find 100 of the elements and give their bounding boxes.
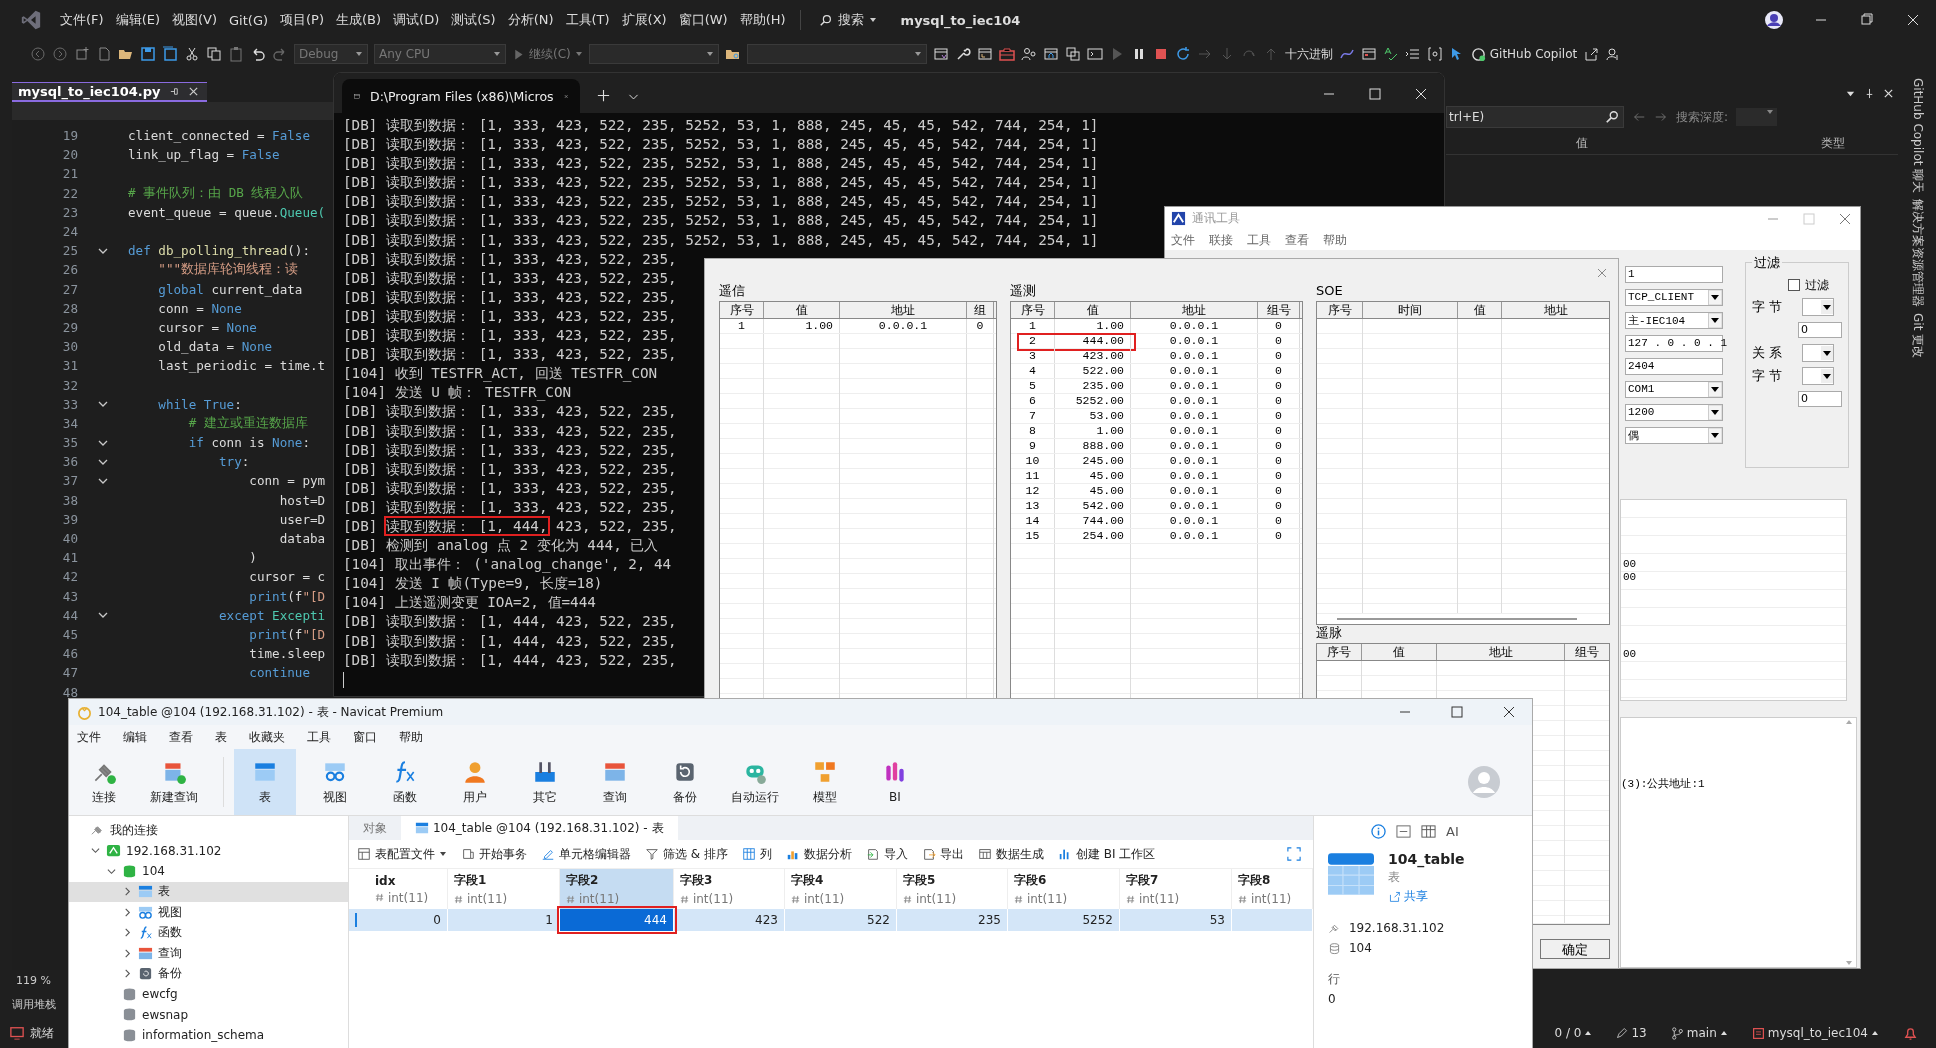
chevron-icon[interactable]	[123, 887, 132, 897]
column-header[interactable]: 字段2 int(11)	[559, 869, 674, 909]
menu-item[interactable]: 收藏夹	[249, 728, 285, 746]
dropdown[interactable]	[1802, 298, 1834, 317]
bracket-icon[interactable]	[1426, 46, 1443, 62]
menu-item[interactable]: 联接	[1209, 231, 1233, 249]
toolbar-button[interactable]: 函数	[374, 749, 436, 815]
info-icon[interactable]	[1371, 824, 1387, 839]
toolbar-button[interactable]: 备份	[654, 749, 716, 815]
toolbar-button[interactable]: 导出	[921, 845, 964, 863]
menu-item[interactable]: 视图(V)	[166, 11, 224, 29]
back-icon[interactable]	[30, 46, 46, 62]
menu-item[interactable]: 文件	[1171, 231, 1195, 249]
save-all-icon[interactable]	[162, 46, 178, 62]
toolbar-button[interactable]: 连接	[73, 749, 135, 815]
dropdown[interactable]	[1802, 344, 1834, 363]
tree-item[interactable]: 192.168.31.102	[69, 840, 348, 861]
share-icon[interactable]	[1583, 46, 1600, 62]
side-tab[interactable]: Git 更改	[1908, 313, 1926, 359]
table-cell[interactable]: 0	[368, 909, 448, 931]
list-icon[interactable]	[1404, 46, 1421, 62]
error-count[interactable]: 0 / 0	[1554, 1026, 1593, 1040]
close-icon[interactable]	[1883, 87, 1894, 99]
toolbar-button[interactable]: 创建 BI 工作区	[1057, 845, 1156, 863]
menu-item[interactable]: 编辑(E)	[109, 11, 166, 29]
ddl-icon[interactable]	[1396, 824, 1412, 839]
menu-item[interactable]: 扩展(X)	[615, 11, 673, 29]
dropdown[interactable]: TCP_CLIENT	[1625, 288, 1723, 306]
content-tab[interactable]: 104_table @104 (192.168.31.102) - 表	[400, 816, 678, 840]
window-icon[interactable]	[932, 46, 949, 62]
terminal-icon[interactable]	[1086, 46, 1103, 62]
tree-item[interactable]: 我的连接	[69, 820, 348, 841]
menu-item[interactable]: 分析(N)	[501, 11, 560, 29]
toolbar-button[interactable]: 列	[741, 845, 772, 863]
new-file-icon[interactable]	[96, 46, 112, 62]
tree-item[interactable]: 视图	[69, 902, 348, 923]
toolbar-button[interactable]: 自动运行	[724, 749, 786, 815]
share-link[interactable]: 共享	[1387, 888, 1465, 905]
close-icon[interactable]	[187, 86, 199, 97]
menu-item[interactable]: Git(G)	[223, 12, 275, 28]
menu-item[interactable]: 窗口(W)	[672, 11, 734, 29]
fullscreen-icon[interactable]	[1286, 847, 1301, 861]
menu-item[interactable]: 查看	[1285, 231, 1309, 249]
chevron-icon[interactable]	[123, 948, 132, 958]
paste-icon[interactable]	[228, 46, 244, 62]
toolbar-button[interactable]: 单元格编辑器	[540, 845, 631, 863]
tree-item[interactable]: ewsnap	[69, 1004, 348, 1025]
tree-item[interactable]: 备份	[69, 963, 348, 984]
menu-item[interactable]: 编辑	[123, 728, 147, 746]
save-icon[interactable]	[140, 46, 156, 62]
table-cell[interactable]: 444	[559, 909, 674, 931]
toolbar-button[interactable]: BI	[864, 749, 926, 815]
chevron-icon[interactable]	[123, 907, 132, 917]
table-cell[interactable]: 235	[896, 909, 1008, 931]
editor-tab[interactable]: mysql_to_iec104.py	[12, 82, 207, 102]
window-icon[interactable]	[976, 46, 993, 62]
people-icon[interactable]	[1020, 46, 1037, 62]
toolbar-button[interactable]: 模型	[794, 749, 856, 815]
menu-item[interactable]: 文件(F)	[54, 11, 110, 29]
chevron-icon[interactable]	[107, 866, 116, 876]
side-tab[interactable]: GitHub Copilot 聊天	[1908, 78, 1926, 194]
close-button[interactable]	[1596, 267, 1608, 279]
tree-item[interactable]: 查询	[69, 943, 348, 964]
menu-item[interactable]: 测试(S)	[445, 11, 502, 29]
menu-item[interactable]: 文件	[77, 728, 101, 746]
new-project-icon[interactable]	[74, 46, 90, 62]
table-cell[interactable]: 522	[784, 909, 897, 931]
menu-item[interactable]: 工具	[307, 728, 331, 746]
toolbar-button[interactable]: 数据分析	[785, 845, 852, 863]
menu-item[interactable]: 窗口	[353, 728, 377, 746]
content-tab[interactable]: 对象	[348, 816, 401, 840]
dropdown[interactable]: 1200	[1625, 403, 1723, 421]
ai-button[interactable]: AI	[1446, 824, 1459, 839]
text-field[interactable]: 1	[1625, 265, 1723, 283]
toolbar-button[interactable]: 导入	[865, 845, 908, 863]
toolbar-button[interactable]: 表	[234, 749, 296, 815]
toolbar-button[interactable]: 用户	[444, 749, 506, 815]
changes-count[interactable]: 13	[1616, 1026, 1647, 1040]
copy-icon[interactable]	[206, 46, 222, 62]
table-cell[interactable]: 5252	[1007, 909, 1120, 931]
table-cell[interactable]: 423	[673, 909, 785, 931]
repository-button[interactable]: mysql_to_iec104	[1751, 1026, 1879, 1040]
side-tab[interactable]: 解决方案资源管理器	[1908, 199, 1926, 308]
scissors-icon[interactable]	[184, 46, 200, 62]
toolbar-button[interactable]: 数据生成	[977, 845, 1044, 863]
window-icon[interactable]	[1360, 46, 1377, 62]
menu-item[interactable]: 查看	[169, 728, 193, 746]
table-cell[interactable]: 53	[1119, 909, 1232, 931]
restart-icon[interactable]	[1174, 46, 1191, 62]
forward-icon[interactable]	[52, 46, 68, 62]
menu-item[interactable]: 项目(P)	[274, 11, 330, 29]
menu-item[interactable]: 帮助	[1323, 231, 1347, 249]
menu-item[interactable]: 生成(B)	[330, 11, 388, 29]
tree-item[interactable]: 函数	[69, 922, 348, 943]
notification-icon[interactable]	[1903, 1025, 1918, 1041]
menu-item[interactable]: 工具	[1247, 231, 1271, 249]
search-field[interactable]: trl+E)	[1446, 106, 1624, 128]
branch-button[interactable]: main	[1670, 1026, 1728, 1040]
menu-item[interactable]: 工具(T)	[559, 11, 616, 29]
call-stack-tab[interactable]: 调用堆栈	[12, 996, 56, 1012]
